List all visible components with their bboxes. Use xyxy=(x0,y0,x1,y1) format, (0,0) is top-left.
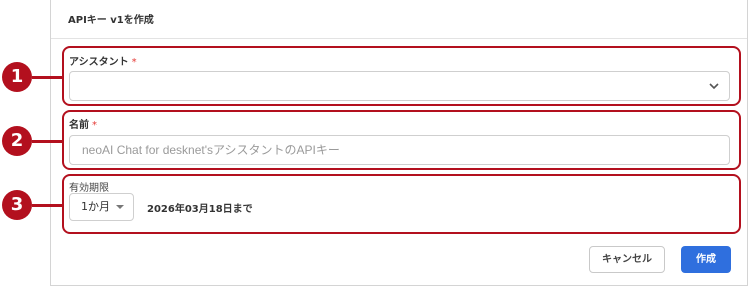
dialog-header: APIキー v1を作成 xyxy=(51,0,747,39)
connector-line-2 xyxy=(32,140,63,143)
highlight-box-1 xyxy=(62,46,741,106)
highlight-box-3 xyxy=(62,174,741,234)
step-marker-1: 1 xyxy=(2,62,32,92)
create-button[interactable]: 作成 xyxy=(681,246,731,273)
dialog-title: APIキー v1を作成 xyxy=(68,15,154,26)
connector-line-1 xyxy=(32,76,63,79)
cancel-button[interactable]: キャンセル xyxy=(589,246,665,273)
connector-line-3 xyxy=(32,204,63,207)
step-marker-2: 2 xyxy=(2,126,32,156)
step-marker-3: 3 xyxy=(2,190,32,220)
highlight-box-2 xyxy=(62,110,741,170)
